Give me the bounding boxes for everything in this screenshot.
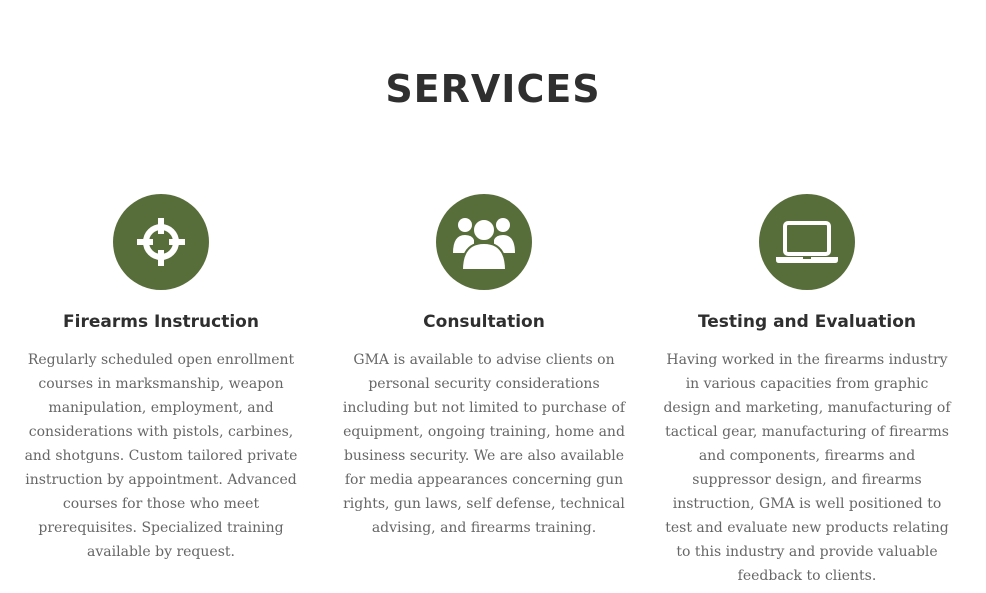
service-title: Firearms Instruction <box>63 312 259 332</box>
page-title: SERVICES <box>385 67 601 111</box>
service-description: Having worked in the firearms industry i… <box>663 352 951 584</box>
service-testing-evaluation: Testing and Evaluation Having worked in … <box>657 194 957 588</box>
users-icon <box>436 194 532 290</box>
service-title: Testing and Evaluation <box>697 312 917 332</box>
service-description: GMA is available to advise clients on pe… <box>342 352 626 536</box>
service-firearms-instruction: Firearms Instruction Regularly scheduled… <box>11 194 311 564</box>
crosshair-icon <box>113 194 209 290</box>
service-description: Regularly scheduled open enrollment cour… <box>24 352 298 560</box>
service-consultation: Consultation GMA is available to advise … <box>334 194 634 540</box>
laptop-icon <box>759 194 855 290</box>
service-title: Consultation <box>423 312 545 332</box>
